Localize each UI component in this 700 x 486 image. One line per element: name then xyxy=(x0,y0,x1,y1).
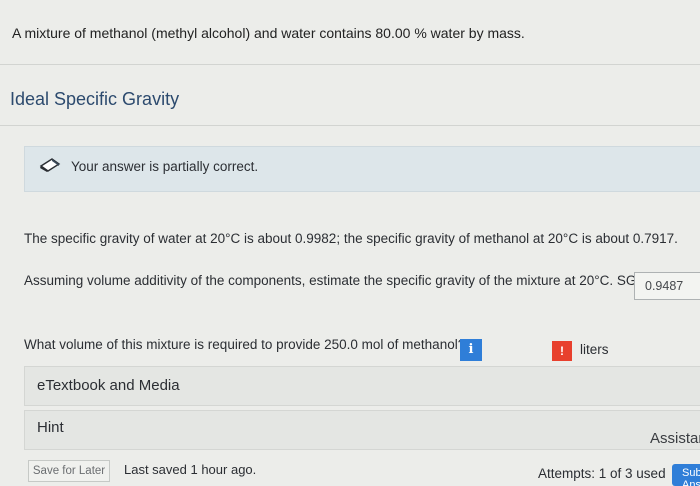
sg-answer-field[interactable]: 0.9487 xyxy=(634,272,700,300)
units-label: liters xyxy=(580,342,609,357)
divider xyxy=(0,125,700,126)
feedback-message: Your answer is partially correct. xyxy=(71,159,259,174)
divider xyxy=(0,64,700,65)
question-text: A mixture of methanol (methyl alcohol) a… xyxy=(12,25,525,41)
volume-question: What volume of this mixture is required … xyxy=(24,337,466,352)
last-saved-text: Last saved 1 hour ago. xyxy=(124,462,257,477)
warning-icon: ! xyxy=(552,341,572,361)
problem-statement: The specific gravity of water at 20°C is… xyxy=(24,231,678,246)
assistance-label[interactable]: Assistance xyxy=(650,430,700,447)
sg-prompt: Assuming volume additivity of the compon… xyxy=(24,273,649,288)
hint-panel[interactable]: Hint xyxy=(24,410,700,450)
submit-button[interactable]: Submit Answer xyxy=(672,464,700,486)
info-icon[interactable]: i xyxy=(460,339,482,361)
etextbook-label: eTextbook and Media xyxy=(37,377,180,394)
section-title: Ideal Specific Gravity xyxy=(10,89,180,109)
etextbook-panel[interactable]: eTextbook and Media xyxy=(24,366,700,406)
pencil-icon xyxy=(38,156,62,174)
hint-label: Hint xyxy=(37,419,64,436)
feedback-banner: Your answer is partially correct. xyxy=(24,146,700,192)
